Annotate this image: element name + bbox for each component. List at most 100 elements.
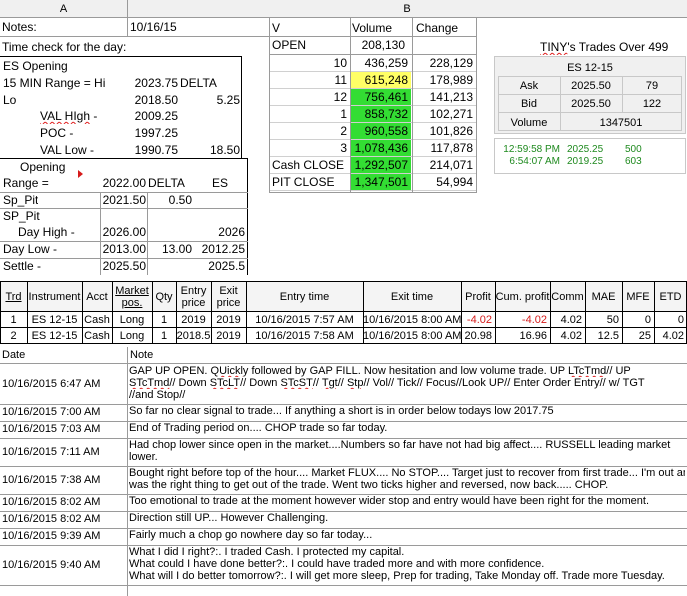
volume-row-change[interactable]: 228,129: [413, 56, 473, 71]
settle-es[interactable]: 2025.5: [190, 259, 245, 274]
journal-entry-date[interactable]: 10/16/2015 6:47 AM: [2, 377, 100, 391]
trade-cell[interactable]: 4.02: [654, 329, 687, 343]
volume-row-value[interactable]: 1,078,436: [351, 140, 411, 157]
trades-header-entry-price[interactable]: Entry price: [176, 283, 211, 310]
trade-cell[interactable]: 1: [0, 313, 27, 327]
volume-row-change[interactable]: 102,271: [413, 107, 473, 122]
trades-header-trd[interactable]: Trd: [0, 283, 27, 310]
trades-header-profit[interactable]: Profit: [461, 283, 495, 310]
journal-entry-note[interactable]: Direction still UP... However Challengin…: [129, 512, 685, 524]
trades-header-entry-time[interactable]: Entry time: [246, 283, 363, 310]
val-high-value[interactable]: 2009.25: [120, 109, 178, 124]
trades-header-mfe[interactable]: MFE: [622, 283, 654, 310]
volume-row-change[interactable]: 214,071: [413, 158, 473, 173]
volume-row-value[interactable]: 858,732: [351, 106, 411, 123]
delta-value[interactable]: 5.25: [180, 93, 240, 108]
day-low-es[interactable]: 2012.25: [190, 242, 245, 257]
journal-entry-note[interactable]: Too emotional to trade at the moment how…: [129, 495, 685, 507]
trades-header-instrument[interactable]: Instrument: [27, 283, 82, 310]
trade-cell[interactable]: 2019: [211, 329, 246, 343]
trade-cell[interactable]: 25: [622, 329, 654, 343]
journal-entry-note[interactable]: STcTmd// Down STcLT// Down STcST// Tgt//…: [129, 377, 685, 389]
opening-range-value[interactable]: 2022.00: [88, 176, 146, 191]
volume-row-change[interactable]: 117,878: [413, 141, 474, 156]
trade-cell[interactable]: ES 12-15: [27, 329, 82, 343]
journal-entry-note[interactable]: was the right thing to get out of the tr…: [129, 479, 685, 491]
trade-cell[interactable]: 2019: [176, 313, 211, 327]
trade-cell[interactable]: Cash: [82, 329, 112, 343]
trade-cell[interactable]: 2019: [211, 313, 246, 327]
journal-entry-date[interactable]: 10/16/2015 7:00 AM: [2, 405, 100, 419]
volume-row-change[interactable]: 54,994: [413, 175, 473, 190]
trades-header-acct[interactable]: Acct: [82, 283, 112, 310]
trade-cell[interactable]: 10/16/2015 8:00 AM: [363, 329, 461, 343]
trade-cell[interactable]: 16.96: [495, 329, 550, 343]
val-low-value[interactable]: 1990.75: [120, 143, 178, 158]
trade-cell[interactable]: 12.5: [585, 329, 622, 343]
sp-pit-value[interactable]: 2021.50: [88, 193, 146, 208]
settle-value[interactable]: 2025.50: [88, 259, 146, 274]
trade-cell[interactable]: 1: [152, 313, 176, 327]
volume-row-value[interactable]: 436,259: [351, 55, 411, 72]
trades-header-cum-profit[interactable]: Cum. profit: [495, 283, 550, 310]
trade-cell[interactable]: 0: [622, 313, 654, 327]
day-low-delta[interactable]: 13.00: [148, 242, 192, 257]
volume-row-value[interactable]: 756,461: [351, 89, 411, 106]
journal-entry-note[interactable]: What I did I right?:. I traded Cash. I p…: [129, 546, 685, 558]
val-delta-value[interactable]: 18.50: [180, 143, 240, 158]
lo-value[interactable]: 2018.50: [120, 93, 178, 108]
trade-cell[interactable]: 4.02: [550, 313, 585, 327]
column-header-a[interactable]: A: [0, 2, 127, 16]
trade-cell[interactable]: 10/16/2015 7:58 AM: [246, 329, 363, 343]
volume-row-value[interactable]: 1,292,507: [351, 157, 411, 174]
volume-row-change[interactable]: 178,989: [413, 73, 473, 88]
journal-entry-date[interactable]: 10/16/2015 9:40 AM: [2, 558, 100, 572]
volume-open-value[interactable]: 208,130: [350, 38, 405, 53]
trades-header-mae[interactable]: MAE: [585, 283, 622, 310]
trade-cell[interactable]: ES 12-15: [27, 313, 82, 327]
trade-cell[interactable]: 20.98: [461, 329, 495, 343]
trade-cell[interactable]: Long: [112, 329, 152, 343]
sp-pit-delta[interactable]: 0.50: [148, 193, 192, 208]
trades-header-comm[interactable]: Comm: [550, 283, 585, 310]
journal-entry-note[interactable]: End of Trading period on.... CHOP trade …: [129, 422, 685, 434]
journal-entry-date[interactable]: 10/16/2015 7:11 AM: [2, 445, 100, 459]
trade-cell[interactable]: 1: [152, 329, 176, 343]
trade-cell[interactable]: -4.02: [495, 313, 550, 327]
trade-cell[interactable]: Long: [112, 313, 152, 327]
day-high-value[interactable]: 2026.00: [88, 225, 146, 240]
journal-entry-date[interactable]: 10/16/2015 8:02 AM: [2, 495, 100, 509]
journal-entry-note[interactable]: Bought right before top of the hour.... …: [129, 467, 685, 479]
trade-cell[interactable]: 50: [585, 313, 622, 327]
journal-entry-note[interactable]: So far no clear signal to trade... If an…: [129, 405, 685, 417]
trades-header-qty[interactable]: Qty: [152, 283, 176, 310]
day-low-value[interactable]: 2013.00: [88, 242, 146, 257]
volume-row-change[interactable]: 101,826: [413, 124, 473, 139]
volume-row-value[interactable]: 1,347,501: [351, 174, 411, 191]
journal-entry-note[interactable]: GAP UP OPEN. QUickly followed by GAP FIL…: [129, 365, 685, 377]
journal-entry-date[interactable]: 10/16/2015 7:03 AM: [2, 422, 100, 436]
day-high-es[interactable]: 2026: [190, 225, 245, 240]
trade-cell[interactable]: 2018.5: [176, 329, 211, 343]
journal-entry-note[interactable]: //and Stop//: [129, 389, 685, 401]
volume-row-change[interactable]: 141,213: [413, 90, 473, 105]
trade-cell[interactable]: 10/16/2015 7:57 AM: [246, 313, 363, 327]
journal-entry-note[interactable]: Had chop lower since open in the market.…: [129, 439, 685, 451]
trade-cell[interactable]: 2: [0, 329, 27, 343]
trade-cell[interactable]: 4.02: [550, 329, 585, 343]
trades-header-exit-price[interactable]: Exit price: [211, 283, 246, 310]
journal-entry-note[interactable]: What could I have done better?:. I could…: [129, 558, 685, 570]
volume-row-value[interactable]: 960,558: [351, 123, 411, 140]
volume-row-value[interactable]: 615,248: [351, 72, 411, 89]
trades-header-market-pos[interactable]: Market pos.: [112, 283, 152, 310]
trade-cell[interactable]: 10/16/2015 8:00 AM: [363, 313, 461, 327]
trade-cell[interactable]: 0: [654, 313, 687, 327]
range-hi-value[interactable]: 2023.75: [120, 76, 178, 91]
poc-value[interactable]: 1997.25: [120, 126, 178, 141]
journal-entry-date[interactable]: 10/16/2015 9:39 AM: [2, 529, 100, 543]
journal-entry-date[interactable]: 10/16/2015 7:38 AM: [2, 473, 100, 487]
journal-entry-note[interactable]: lower.: [129, 451, 685, 463]
journal-entry-note[interactable]: What will I do better tomorrow?:. I will…: [129, 570, 685, 582]
trades-header-exit-time[interactable]: Exit time: [363, 283, 461, 310]
journal-entry-note[interactable]: Fairly much a chop go nowhere day so far…: [129, 529, 685, 541]
